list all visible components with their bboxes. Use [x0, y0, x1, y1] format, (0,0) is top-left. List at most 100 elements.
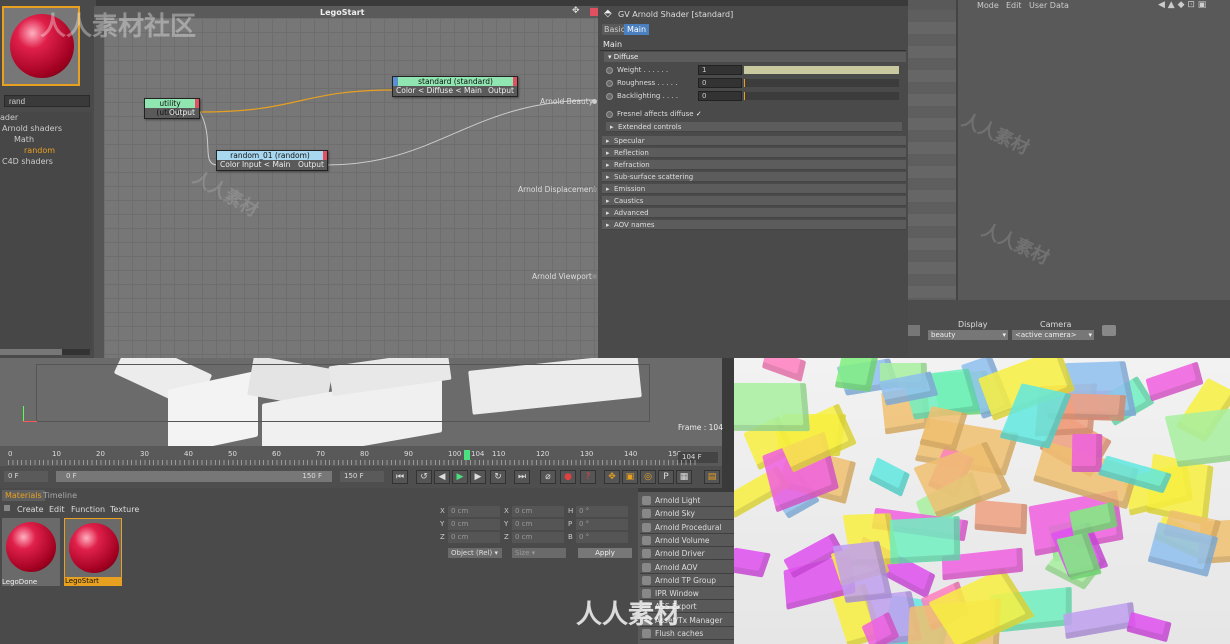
coord-field[interactable]: 0 cm: [512, 519, 564, 530]
move-key-icon[interactable]: ✥: [604, 470, 620, 484]
camera-select[interactable]: <active camera> ▾: [1012, 330, 1094, 340]
port-beauty[interactable]: [592, 99, 597, 104]
section-sss[interactable]: Sub-surface scattering: [602, 172, 906, 182]
play-button[interactable]: ▶: [452, 470, 468, 484]
mode-select[interactable]: Object (Rel) ▾: [448, 548, 502, 558]
param-roughness: Roughness . . . . .: [606, 77, 677, 89]
coord-field[interactable]: 0 °: [576, 532, 628, 543]
section-specular[interactable]: Specular: [602, 136, 906, 146]
section-advanced[interactable]: Advanced: [602, 208, 906, 218]
arnold-menu-item[interactable]: Arnold Light: [640, 494, 734, 507]
apply-button[interactable]: Apply: [578, 548, 632, 558]
menu-edit-mat[interactable]: Edit: [49, 505, 65, 514]
size-select[interactable]: Size ▾: [512, 548, 566, 558]
menu-edit[interactable]: Edit: [1006, 1, 1022, 10]
arnold-menu-item[interactable]: Arnold Driver: [640, 547, 734, 561]
scale-key-icon[interactable]: ▣: [622, 470, 638, 484]
arnold-menu-item[interactable]: IPR Window: [640, 587, 734, 601]
timeline-icon[interactable]: ▤: [704, 470, 720, 484]
material-item-selected[interactable]: LegoStart: [64, 518, 122, 586]
coord-field[interactable]: 0 °: [576, 519, 628, 530]
arnold-menu-item[interactable]: Arnold Volume: [640, 534, 734, 547]
coord-field[interactable]: 0 cm: [448, 506, 500, 517]
menu-texture[interactable]: Texture: [110, 505, 139, 514]
viewport[interactable]: [0, 358, 722, 446]
ipr-icon[interactable]: [908, 325, 920, 336]
section-caustics[interactable]: Caustics: [602, 196, 906, 206]
output-arnold-viewport[interactable]: Arnold Viewport: [532, 272, 592, 281]
radio-backlighting[interactable]: [606, 92, 613, 100]
backlighting-field[interactable]: 0: [698, 91, 742, 101]
nav-arrows-icon[interactable]: ◀ ▲ ◆ ⊡ ▣: [1158, 0, 1206, 10]
rotate-key-icon[interactable]: ◎: [640, 470, 656, 484]
roughness-slider[interactable]: [744, 79, 899, 87]
backlighting-slider-fill: [744, 92, 745, 100]
roughness-field[interactable]: 0: [698, 78, 742, 88]
standard-node-output[interactable]: Output: [488, 86, 514, 96]
goto-end-button[interactable]: ⏭: [514, 470, 530, 484]
extended-controls[interactable]: Extended controls: [606, 122, 902, 132]
end-field[interactable]: 150 F: [340, 471, 384, 482]
coord-field[interactable]: 0 cm: [448, 532, 500, 543]
arnold-menu-item[interactable]: Flush caches: [640, 627, 734, 640]
goto-start-button[interactable]: ⏮: [392, 470, 408, 484]
camera-snapshot-icon[interactable]: [1102, 325, 1116, 336]
arnold-menu-item[interactable]: Arnold AOV: [640, 561, 734, 574]
arnold-menu-item[interactable]: Arnold Sky: [640, 507, 734, 521]
weight-field[interactable]: 1: [698, 65, 742, 75]
autokey-button[interactable]: ?: [580, 470, 596, 484]
output-arnold-beauty[interactable]: Arnold Beauty: [540, 97, 593, 106]
timeline-tick-label: 10: [52, 450, 61, 458]
tab-materials[interactable]: Materials: [2, 490, 45, 501]
prev-key-button[interactable]: ↺: [416, 470, 432, 484]
diffuse-group[interactable]: ▾ Diffuse: [604, 52, 906, 62]
section-reflection[interactable]: Reflection: [602, 148, 906, 158]
radio-roughness[interactable]: [606, 79, 613, 87]
menu-mode[interactable]: Mode: [977, 1, 999, 10]
standard-node[interactable]: standard (standard) Color < Diffuse < Ma…: [392, 76, 518, 97]
arnold-menu-item[interactable]: Arnold Procedural: [640, 521, 734, 534]
keyframe-icon[interactable]: ⌀: [540, 470, 556, 484]
render-brick: [734, 382, 810, 432]
material-item[interactable]: LegoDone: [2, 518, 60, 586]
param-key-icon[interactable]: P: [658, 470, 674, 484]
record-button[interactable]: ●: [560, 470, 576, 484]
weight-slider[interactable]: [744, 66, 899, 74]
coord-field[interactable]: 0 °: [576, 506, 628, 517]
tab-main[interactable]: Main: [624, 24, 650, 35]
radio-weight[interactable]: [606, 66, 613, 74]
coord-field[interactable]: 0 cm: [448, 519, 500, 530]
arnold-menu-item[interactable]: ASS Export: [640, 600, 734, 614]
fresnel-checkbox[interactable]: ✓: [696, 110, 702, 118]
prev-frame-button[interactable]: ◀: [434, 470, 450, 484]
pla-key-icon[interactable]: ▦: [676, 470, 692, 484]
menu-create[interactable]: Create: [17, 505, 44, 514]
random-node-output[interactable]: Output: [298, 160, 324, 170]
start-field[interactable]: 0 F: [4, 471, 48, 482]
coord-field[interactable]: 0 cm: [512, 506, 564, 517]
random-node-input[interactable]: Color Input < Main: [220, 160, 290, 170]
utility-node[interactable]: utility (utility) Output: [144, 98, 200, 119]
port-displacement[interactable]: [592, 187, 597, 192]
arnold-menu-item[interactable]: Arnold TP Group: [640, 574, 734, 587]
section-emission[interactable]: Emission: [602, 184, 906, 194]
menu-function[interactable]: Function: [71, 505, 105, 514]
radio-fresnel[interactable]: [606, 110, 613, 118]
range-slider[interactable]: 0 F 150 F: [56, 471, 332, 482]
random-node[interactable]: random_01 (random) Color Input < Main Out…: [216, 150, 328, 171]
output-arnold-displacement[interactable]: Arnold Displacement: [518, 185, 596, 194]
tab-timeline[interactable]: Timeline: [40, 490, 80, 501]
backlighting-slider[interactable]: [744, 92, 899, 100]
port-viewport[interactable]: [592, 274, 597, 279]
display-select[interactable]: beauty ▾: [928, 330, 1008, 340]
menu-user-data[interactable]: User Data: [1029, 1, 1069, 10]
standard-node-input[interactable]: Color < Diffuse < Main: [396, 86, 482, 96]
section-aov-names[interactable]: AOV names: [602, 220, 906, 230]
utility-node-output[interactable]: Output: [145, 108, 199, 118]
arnold-menu-item[interactable]: Asset/Tx Manager: [640, 614, 734, 627]
next-key-button[interactable]: ↻: [490, 470, 506, 484]
next-frame-button[interactable]: ▶: [470, 470, 486, 484]
section-refraction[interactable]: Refraction: [602, 160, 906, 170]
playhead[interactable]: [464, 450, 470, 460]
coord-field[interactable]: 0 cm: [512, 532, 564, 543]
